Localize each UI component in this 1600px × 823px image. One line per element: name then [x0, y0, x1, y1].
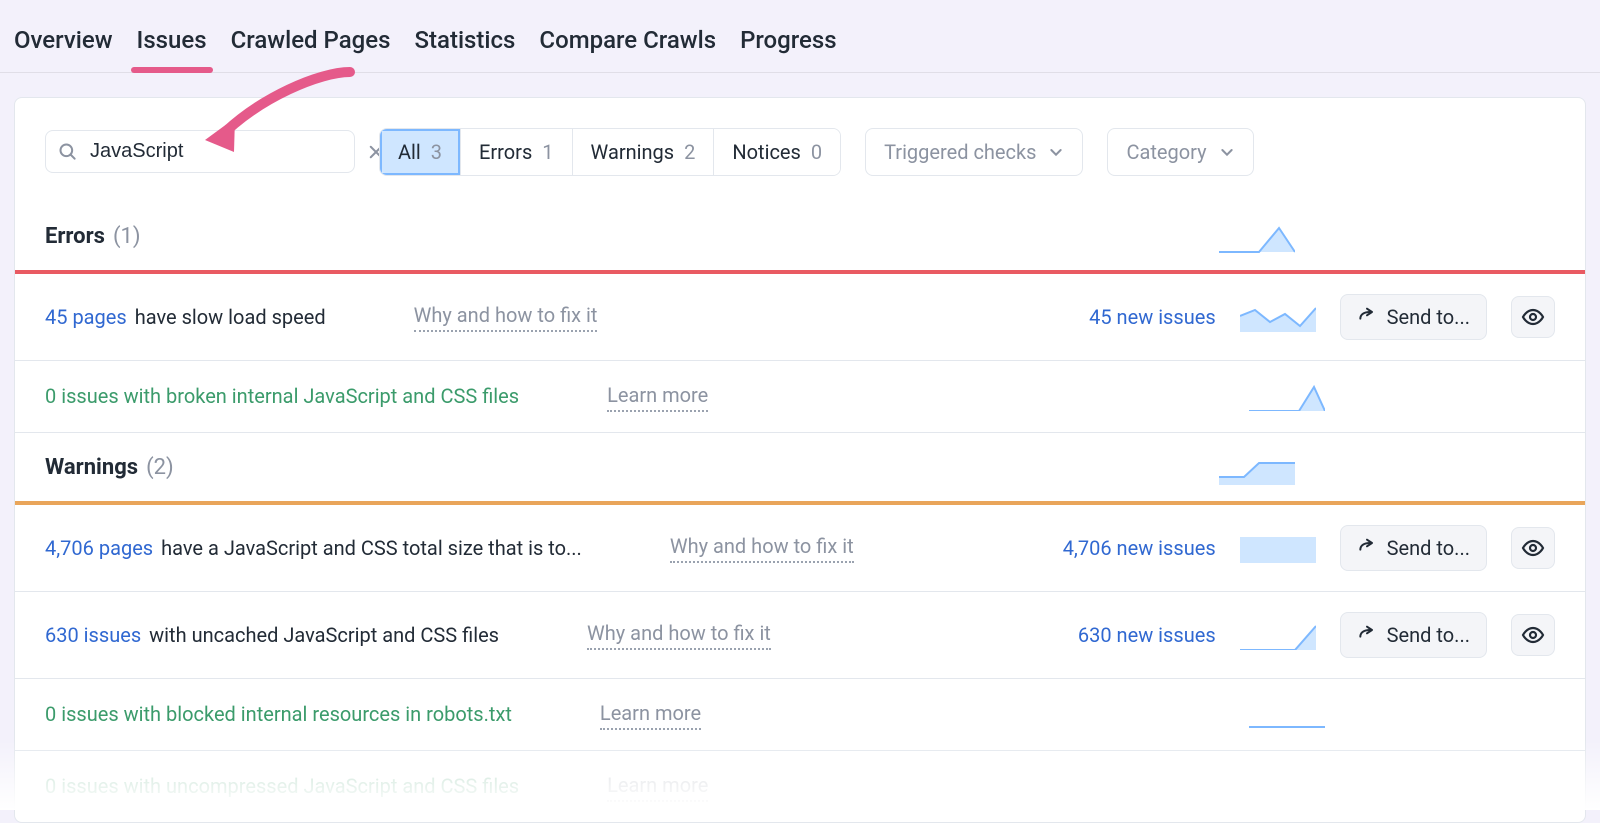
issue-text: 0 issues with uncompressed JavaScript an… — [45, 772, 519, 800]
issue-row: 0 issues with uncompressed JavaScript an… — [15, 751, 1585, 822]
errors-sparkline — [1219, 222, 1295, 254]
triggered-checks-label: Triggered checks — [884, 138, 1036, 166]
errors-title: Errors — [45, 222, 105, 253]
filter-notices-count: 0 — [811, 138, 822, 166]
issue-text: 0 issues with blocked internal resources… — [45, 700, 512, 728]
issue-row: 0 issues with broken internal JavaScript… — [15, 361, 1585, 433]
filter-bar: All 3 Errors 1 Warnings 2 Notices 0 Trig… — [15, 98, 1585, 202]
issue-row: 4,706 pages have a JavaScript and CSS to… — [15, 505, 1585, 592]
why-and-how-link[interactable]: Why and how to fix it — [587, 619, 771, 650]
hide-issue-button[interactable] — [1511, 296, 1555, 338]
search-input[interactable] — [88, 139, 357, 164]
issue-row: 0 issues with blocked internal resources… — [15, 679, 1585, 751]
issues-panel: All 3 Errors 1 Warnings 2 Notices 0 Trig… — [14, 97, 1586, 823]
tabs: Overview Issues Crawled Pages Statistics… — [0, 0, 1600, 73]
share-arrow-icon — [1357, 307, 1377, 327]
eye-icon — [1521, 305, 1545, 329]
issue-row: 45 pages have slow load speed Why and ho… — [15, 274, 1585, 361]
filter-all-label: All — [398, 138, 421, 166]
issue-text: have a JavaScript and CSS total size tha… — [161, 534, 582, 562]
chevron-down-icon — [1048, 144, 1064, 160]
new-issues-link[interactable]: 45 new issues — [1089, 303, 1216, 331]
chevron-down-icon — [1219, 144, 1235, 160]
send-to-label: Send to... — [1387, 621, 1470, 649]
issue-text: have slow load speed — [135, 303, 326, 331]
filter-notices-label: Notices — [732, 138, 800, 166]
send-to-label: Send to... — [1387, 303, 1470, 331]
filter-all-count: 3 — [431, 138, 442, 166]
why-and-how-link[interactable]: Why and how to fix it — [670, 532, 854, 563]
search-input-wrapper[interactable] — [45, 130, 355, 173]
tab-compare-crawls[interactable]: Compare Crawls — [539, 18, 716, 72]
warnings-sparkline — [1219, 453, 1295, 485]
warnings-count: (2) — [146, 453, 174, 484]
send-to-button[interactable]: Send to... — [1340, 294, 1487, 340]
share-arrow-icon — [1357, 625, 1377, 645]
row-sparkline — [1240, 302, 1316, 332]
new-issues-link[interactable]: 4,706 new issues — [1063, 534, 1216, 562]
filter-errors-label: Errors — [479, 138, 532, 166]
issue-type-filter: All 3 Errors 1 Warnings 2 Notices 0 — [379, 128, 841, 176]
warnings-section-header: Warnings (2) — [15, 433, 1585, 501]
category-label: Category — [1126, 138, 1206, 166]
errors-count: (1) — [113, 222, 141, 253]
new-issues-link[interactable]: 630 new issues — [1078, 621, 1216, 649]
triggered-checks-dropdown[interactable]: Triggered checks — [865, 128, 1083, 176]
hide-issue-button[interactable] — [1511, 527, 1555, 569]
send-to-button[interactable]: Send to... — [1340, 525, 1487, 571]
tab-issues[interactable]: Issues — [137, 18, 207, 72]
eye-icon — [1521, 536, 1545, 560]
filter-notices[interactable]: Notices 0 — [714, 129, 840, 175]
hide-issue-button[interactable] — [1511, 614, 1555, 656]
category-dropdown[interactable]: Category — [1107, 128, 1253, 176]
filter-all[interactable]: All 3 — [380, 129, 461, 175]
errors-section-header: Errors (1) — [15, 202, 1585, 270]
eye-icon — [1521, 623, 1545, 647]
filter-errors[interactable]: Errors 1 — [461, 129, 572, 175]
learn-more-link[interactable]: Learn more — [607, 771, 708, 802]
issue-text: 0 issues with broken internal JavaScript… — [45, 382, 519, 410]
row-sparkline — [1240, 533, 1316, 563]
filter-warnings-label: Warnings — [591, 138, 675, 166]
tab-progress[interactable]: Progress — [740, 18, 837, 72]
filter-warnings-count: 2 — [684, 138, 695, 166]
tab-crawled-pages[interactable]: Crawled Pages — [231, 18, 391, 72]
issue-count-link[interactable]: 4,706 pages — [45, 534, 153, 562]
send-to-label: Send to... — [1387, 534, 1470, 562]
why-and-how-link[interactable]: Why and how to fix it — [414, 301, 598, 332]
issue-row: 630 issues with uncached JavaScript and … — [15, 592, 1585, 679]
row-sparkline — [1240, 620, 1316, 650]
issue-text: with uncached JavaScript and CSS files — [149, 621, 499, 649]
share-arrow-icon — [1357, 538, 1377, 558]
tab-overview[interactable]: Overview — [14, 18, 113, 72]
learn-more-link[interactable]: Learn more — [607, 381, 708, 412]
filter-errors-count: 1 — [542, 138, 553, 166]
issue-count-link[interactable]: 45 pages — [45, 303, 127, 331]
search-icon — [58, 142, 78, 162]
row-sparkline — [1249, 381, 1325, 411]
send-to-button[interactable]: Send to... — [1340, 612, 1487, 658]
learn-more-link[interactable]: Learn more — [600, 699, 701, 730]
filter-warnings[interactable]: Warnings 2 — [573, 129, 715, 175]
issue-count-link[interactable]: 630 issues — [45, 621, 141, 649]
row-sparkline — [1249, 699, 1325, 729]
warnings-title: Warnings — [45, 453, 138, 484]
tab-statistics[interactable]: Statistics — [414, 18, 515, 72]
